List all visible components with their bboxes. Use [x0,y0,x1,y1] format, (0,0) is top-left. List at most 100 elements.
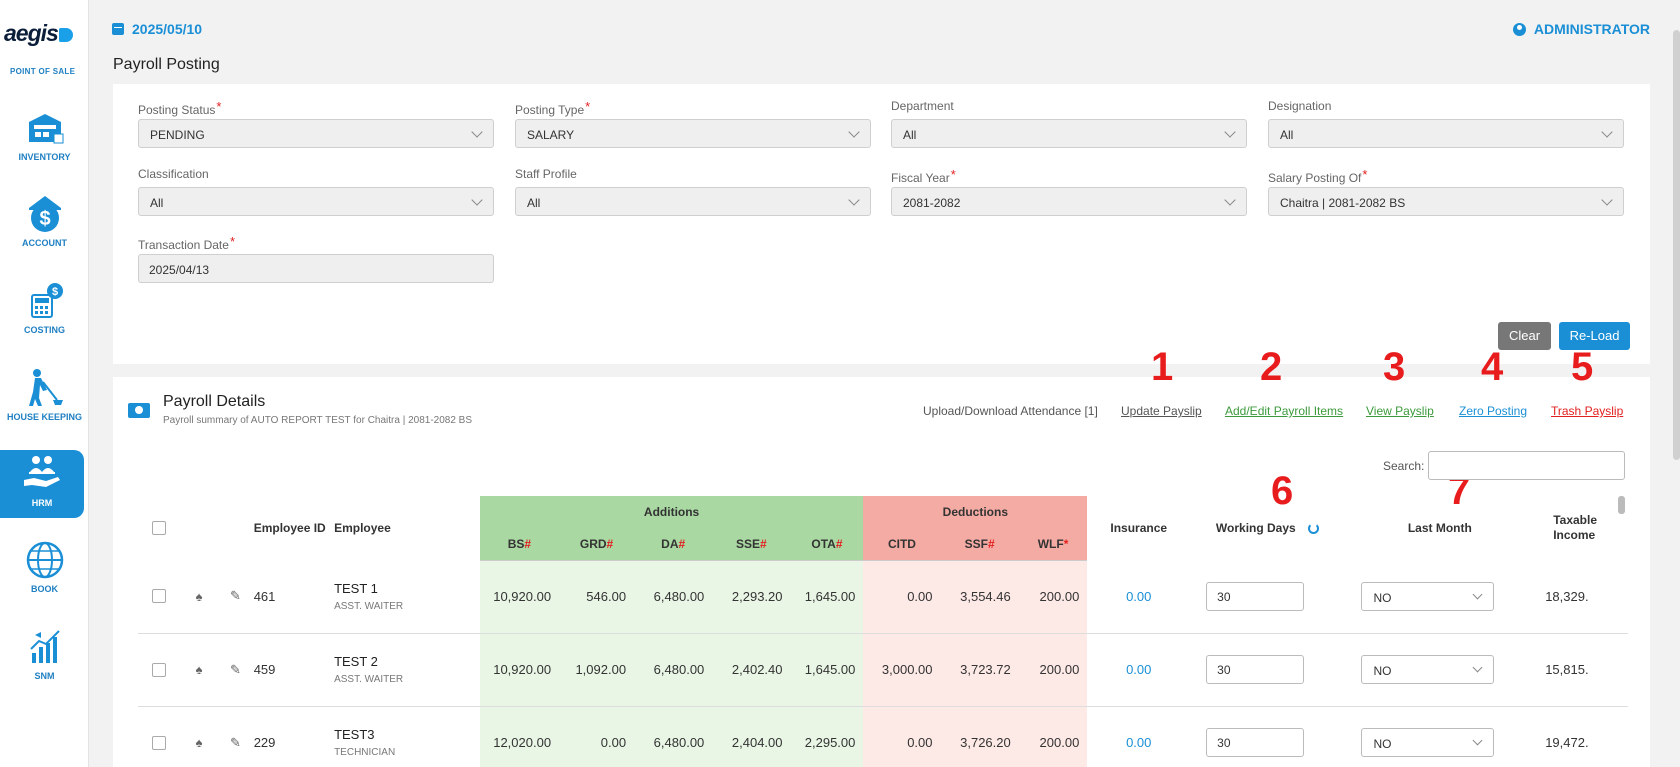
salary-posting-of-label: Salary Posting Of* [1268,167,1368,185]
insurance-link[interactable]: 0.00 [1087,706,1191,767]
book-icon [26,541,63,579]
sidebar-item-account[interactable]: $ ACCOUNT [0,194,89,264]
aegis-logo[interactable]: aegis [4,20,73,47]
taxable-income-cell: 18,329. [1535,560,1628,634]
calendar-icon [112,23,124,35]
user-edit-icon[interactable]: ♠ [196,662,203,677]
table-scrollbar[interactable] [1618,496,1625,514]
reload-button[interactable]: Re-Load [1559,322,1630,350]
citd-header: CITD [863,528,941,561]
page-scrollbar[interactable] [1673,30,1680,460]
inventory-icon [28,114,63,144]
row-profile-cell: ♠ [180,633,218,707]
employee-cell: TEST 1 ASST. WAITER [334,560,480,634]
fiscal-year-select[interactable]: 2081-2082 [891,187,1247,216]
payroll-details-panel: Payroll Details Payroll summary of AUTO … [113,345,1650,767]
wlf-cell: 200.00 [1018,560,1088,634]
select-all-checkbox[interactable] [152,521,167,535]
chevron-down-icon [1601,126,1613,138]
salary-posting-of-select[interactable]: Chaitra | 2081-2082 BS [1268,187,1624,216]
sidebar-item-inventory[interactable]: INVENTORY [0,108,89,178]
working-days-input[interactable]: 30 [1206,655,1305,684]
taxable-income-header: Taxable Income [1553,513,1598,542]
ssf-header: SSF# [940,528,1019,561]
sidebar-item-label: SNM [34,671,55,681]
trash-payslip-link[interactable]: Trash Payslip [1551,404,1623,418]
bs-cell: 10,920.00 [479,633,560,707]
edit-icon[interactable]: ✎ [230,662,241,677]
details-title: Payroll Details [163,393,266,410]
snm-icon [29,630,60,663]
row-select-cell [138,706,181,767]
sse-cell: 2,402.40 [712,633,791,707]
chevron-down-icon [1224,194,1236,206]
last-month-select[interactable]: NO [1361,728,1495,757]
row-edit-cell: ✎ [217,633,254,707]
ssf-cell: 3,726.20 [940,706,1019,767]
transaction-date-input[interactable]: 2025/04/13 [138,254,494,283]
search-input[interactable] [1428,451,1625,480]
last-month-cell: NO [1344,706,1536,767]
logo-mark-icon [58,28,73,42]
posting-status-select[interactable]: PENDING [138,119,494,148]
add-edit-payroll-items-link[interactable]: Add/Edit Payroll Items [1225,404,1343,418]
sidebar-item-book[interactable]: BOOK [0,540,89,610]
row-edit-cell: ✎ [217,560,254,634]
posting-status-field: Posting Status* PENDING [138,99,494,148]
employee-name: TEST3 [334,727,375,742]
update-payslip-link[interactable]: Update Payslip [1121,404,1202,418]
department-field: Department All [891,99,1247,148]
staff-profile-select[interactable]: All [515,187,871,216]
current-date: 2025/05/10 [112,21,202,37]
sidebar-item-house-keeping[interactable]: HOUSE KEEPING [0,368,89,438]
citd-cell: 0.00 [863,560,941,634]
svg-text:$: $ [39,208,50,230]
last-month-select[interactable]: NO [1361,581,1495,611]
sidebar-item-costing[interactable]: $ COSTING [0,281,89,351]
bs-cell: 10,920.00 [479,560,560,634]
working-days-input[interactable]: 30 [1206,728,1305,757]
upload-download-attendance-link[interactable]: Upload/Download Attendance [1] [923,404,1098,418]
view-payslip-link[interactable]: View Payslip [1366,404,1434,418]
insurance-link[interactable]: 0.00 [1087,633,1191,707]
row-edit-cell: ✎ [217,706,254,767]
sidebar-item-label: COSTING [23,325,65,335]
page-title: Payroll Posting [113,56,220,73]
housekeeping-icon [28,369,63,406]
select-all-header [138,496,181,560]
designation-select[interactable]: All [1268,119,1624,148]
sidebar-item-point-of-sale[interactable]: POINT OF SALE [10,67,75,76]
insurance-link[interactable]: 0.00 [1087,560,1191,634]
row-checkbox[interactable] [152,589,167,604]
sidebar-item-snm[interactable]: SNM [0,627,89,697]
user-edit-icon[interactable]: ♠ [196,589,203,604]
payroll-table-wrapper[interactable]: Employee ID Employee Additions Deduction… [138,496,1628,767]
sidebar-item-hrm[interactable]: HRM [0,450,84,518]
grd-cell: 0.00 [559,706,635,767]
chevron-down-icon [1224,126,1236,138]
deductions-header: Deductions [863,496,1088,528]
employee-name: TEST 1 [334,580,378,596]
employee-id-cell: 229 [253,706,335,767]
ota-cell: 1,645.00 [790,560,864,634]
edit-icon[interactable]: ✎ [230,588,241,603]
zero-posting-link[interactable]: Zero Posting [1459,404,1527,418]
row-checkbox[interactable] [152,662,167,677]
department-select[interactable]: All [891,119,1247,148]
date-text: 2025/05/10 [132,21,203,37]
user-edit-icon[interactable]: ♠ [196,735,203,750]
clear-button[interactable]: Clear [1498,322,1551,350]
user-menu[interactable]: ADMINISTRATOR [1512,21,1650,37]
classification-select[interactable]: All [138,187,494,216]
refresh-icon[interactable] [1307,523,1319,534]
posting-type-select[interactable]: SALARY [515,119,871,148]
money-icon [128,403,150,418]
row-checkbox[interactable] [152,735,167,750]
edit-icon[interactable]: ✎ [230,735,241,750]
sse-cell: 2,404.00 [712,706,791,767]
working-days-input[interactable]: 30 [1206,581,1305,611]
last-month-select[interactable]: NO [1361,655,1495,684]
chevron-down-icon [1601,194,1613,206]
last-month-cell: NO [1344,560,1536,634]
row-profile-cell: ♠ [180,706,218,767]
